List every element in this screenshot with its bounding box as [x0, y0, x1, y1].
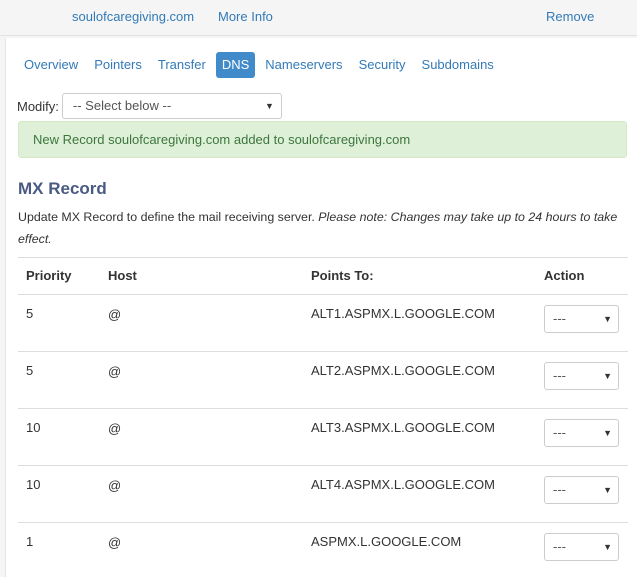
cell-priority: 5: [26, 363, 34, 378]
cell-points-to: ALT2.ASPMX.L.GOOGLE.COM: [311, 363, 495, 378]
mx-record-table: Priority Host Points To: Action 5 @ ALT1…: [18, 257, 628, 577]
action-select-value: ---: [553, 368, 566, 383]
action-select-value: ---: [553, 425, 566, 440]
table-header: Priority Host Points To: Action: [18, 257, 628, 295]
chevron-down-icon: ▼: [603, 542, 612, 552]
tab-transfer[interactable]: Transfer: [152, 52, 212, 78]
domain-header-bar: soulofcaregiving.com More Info Remove: [0, 0, 637, 36]
action-select-value: ---: [553, 311, 566, 326]
modify-select[interactable]: -- Select below -- ▼: [61, 93, 282, 119]
header-points-to: Points To:: [311, 268, 374, 283]
cell-priority: 1: [26, 534, 34, 549]
chevron-down-icon: ▼: [264, 101, 274, 111]
header-action: Action: [544, 268, 585, 283]
cell-host: @: [108, 478, 122, 493]
cell-points-to: ALT3.ASPMX.L.GOOGLE.COM: [311, 420, 495, 435]
table-row: 10 @ ALT4.ASPMX.L.GOOGLE.COM --- ▼: [18, 466, 628, 523]
cell-points-to: ASPMX.L.GOOGLE.COM: [311, 534, 462, 549]
domain-link[interactable]: soulofcaregiving.com: [72, 9, 194, 24]
cell-points-to: ALT4.ASPMX.L.GOOGLE.COM: [311, 477, 495, 492]
cell-priority: 5: [26, 306, 34, 321]
cell-host: @: [108, 535, 122, 550]
cell-priority: 10: [26, 477, 41, 492]
action-select[interactable]: --- ▼: [544, 419, 619, 447]
table-row: 5 @ ALT1.ASPMX.L.GOOGLE.COM --- ▼: [18, 295, 628, 352]
success-alert: New Record soulofcaregiving.com added to…: [18, 121, 627, 158]
chevron-down-icon: ▼: [603, 428, 612, 438]
chevron-down-icon: ▼: [603, 485, 612, 495]
tab-security[interactable]: Security: [353, 52, 412, 78]
action-select-value: ---: [553, 539, 566, 554]
header-host: Host: [108, 268, 137, 283]
tab-dns[interactable]: DNS: [215, 52, 256, 78]
action-select[interactable]: --- ▼: [544, 476, 619, 504]
more-info-link[interactable]: More Info: [218, 9, 273, 24]
section-title: MX Record: [18, 179, 107, 198]
domain-tabs: Overview Pointers Transfer DNS Nameserve…: [18, 52, 504, 80]
cell-points-to: ALT1.ASPMX.L.GOOGLE.COM: [311, 306, 495, 321]
tab-pointers[interactable]: Pointers: [88, 52, 148, 78]
alert-message: New Record soulofcaregiving.com added to…: [33, 132, 411, 147]
header-priority: Priority: [26, 268, 72, 283]
tab-overview[interactable]: Overview: [18, 52, 84, 78]
table-row: 1 @ ASPMX.L.GOOGLE.COM --- ▼: [18, 523, 628, 577]
cell-host: @: [108, 421, 122, 436]
section-description: Update MX Record to define the mail rece…: [18, 207, 628, 250]
tab-subdomains[interactable]: Subdomains: [416, 52, 500, 78]
chevron-down-icon: ▼: [603, 314, 612, 324]
remove-link[interactable]: Remove: [546, 9, 594, 24]
action-select-value: ---: [553, 482, 566, 497]
modify-select-value: -- Select below --: [72, 98, 172, 113]
modify-control: Modify: -- Select below -- ▼: [17, 93, 282, 119]
chevron-down-icon: ▼: [603, 371, 612, 381]
action-select[interactable]: --- ▼: [544, 305, 619, 333]
cell-host: @: [108, 364, 122, 379]
tab-nameservers[interactable]: Nameservers: [259, 52, 348, 78]
action-select[interactable]: --- ▼: [544, 533, 619, 561]
cell-priority: 10: [26, 420, 41, 435]
table-row: 5 @ ALT2.ASPMX.L.GOOGLE.COM --- ▼: [18, 352, 628, 409]
table-row: 10 @ ALT3.ASPMX.L.GOOGLE.COM --- ▼: [18, 409, 628, 466]
description-text: Update MX Record to define the mail rece…: [18, 210, 315, 224]
modify-label: Modify:: [17, 98, 59, 114]
action-select[interactable]: --- ▼: [544, 362, 619, 390]
cell-host: @: [108, 307, 122, 322]
